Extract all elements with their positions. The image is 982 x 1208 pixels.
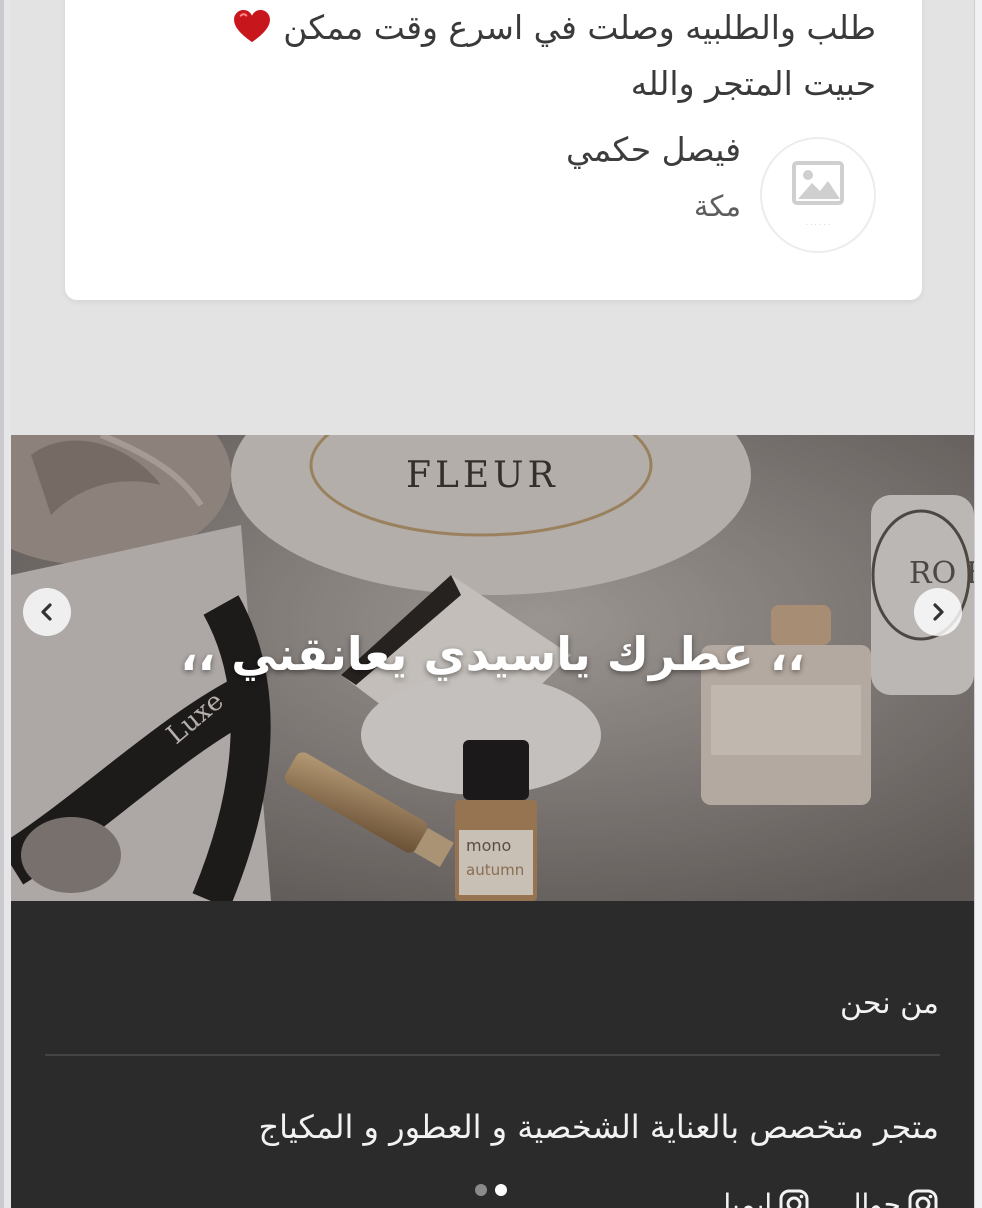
heart-icon [233,10,270,43]
chevron-right-icon [933,603,944,621]
social-links: جوال ايميل [689,1188,939,1208]
review-card: طلب والطلبيه وصلت في اسرع وقت ممكن حبيت … [65,0,922,300]
content-area: طلب والطلبيه وصلت في اسرع وقت ممكن حبيت … [11,0,974,1208]
slider-dot-1[interactable] [475,1184,487,1196]
window-right-edge [974,0,982,1208]
banner-title: ،، عطرك ياسيدي يعانقني ،، [180,627,805,681]
slider-prev-button[interactable] [23,588,71,636]
footer-about-text: متجر متخصص بالعناية الشخصية و العطور و ا… [258,1108,939,1146]
window-left-edge [0,0,4,1208]
review-text-part2: حبيت المتجر والله [630,64,876,103]
slider-next-button[interactable] [914,588,962,636]
slider-dots [475,1181,515,1200]
social-label-phone: جوال [841,1188,901,1208]
author-name: فيصل حكمي [565,130,741,169]
chevron-left-icon [41,603,52,621]
footer-divider [45,1054,940,1056]
page-frame: طلب والطلبيه وصلت في اسرع وقت ممكن حبيت … [0,0,982,1208]
social-link-email[interactable]: ايميل [711,1188,810,1208]
image-placeholder-icon [792,161,844,205]
avatar: . . . . . . [760,137,876,253]
footer-about-heading: من نحن [840,986,939,1021]
instagram-icon [779,1189,809,1208]
footer: من نحن متجر متخصص بالعناية الشخصية و الع… [11,901,974,1208]
social-link-phone[interactable]: جوال [841,1188,939,1208]
review-text-part1: طلب والطلبيه وصلت في اسرع وقت ممكن [283,8,876,47]
hero-banner[interactable]: Luxe FLEUR mono autumn RO ،، عطرك ياسيدي… [11,435,974,901]
instagram-icon [908,1189,938,1208]
review-text: طلب والطلبيه وصلت في اسرع وقت ممكن حبيت … [156,0,876,112]
review-author: . . . . . . فيصل حكمي مكة [476,130,876,255]
avatar-caption: . . . . . . [805,219,831,227]
author-city: مكة [693,189,741,223]
social-label-email: ايميل [710,1188,773,1208]
slider-dot-2[interactable] [495,1184,507,1196]
